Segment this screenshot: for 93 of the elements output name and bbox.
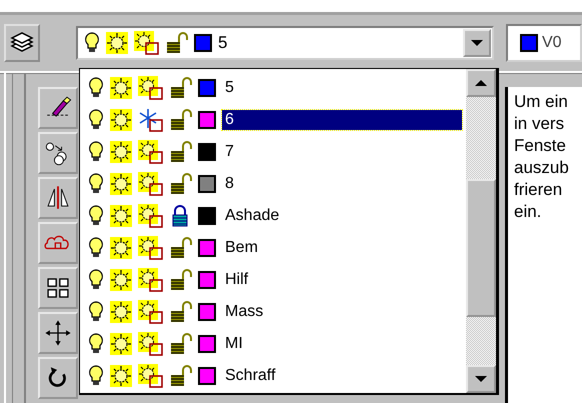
- help-text: ein.: [514, 201, 542, 223]
- scroll-up-button[interactable]: [466, 69, 496, 97]
- color-dropdown[interactable]: V0: [506, 24, 582, 62]
- layers-button[interactable]: [4, 24, 40, 62]
- help-text: auszub: [514, 157, 570, 179]
- layer-list-item[interactable]: Hilf: [80, 264, 466, 296]
- layer-name: Mass: [224, 302, 264, 322]
- layer-list-item[interactable]: 8: [80, 168, 466, 200]
- scrollbar[interactable]: [466, 69, 496, 393]
- color-name: V0: [542, 34, 562, 52]
- layer-name: 8: [224, 174, 235, 194]
- tool-button[interactable]: [38, 267, 78, 309]
- layer-list-item[interactable]: Bem: [80, 232, 466, 264]
- sun-frame-icon[interactable]: [138, 76, 164, 100]
- tool-button[interactable]: [38, 177, 78, 219]
- dropdown-arrow-button[interactable]: [463, 29, 491, 57]
- sun-icon[interactable]: [110, 301, 132, 323]
- layer-name: Ashade: [224, 206, 280, 226]
- layer-name: 5: [224, 78, 235, 98]
- sun-icon[interactable]: [110, 269, 132, 291]
- lightbulb-icon[interactable]: [88, 269, 104, 291]
- layer-name: Hilf: [224, 270, 250, 290]
- lightbulb-icon[interactable]: [88, 205, 104, 227]
- layer-name: Bem: [224, 238, 259, 258]
- open-lock-icon[interactable]: [170, 301, 192, 323]
- scroll-thumb[interactable]: [466, 179, 496, 317]
- lightbulb-icon[interactable]: [88, 109, 104, 131]
- scroll-down-button[interactable]: [466, 365, 496, 393]
- open-lock-icon[interactable]: [170, 173, 192, 195]
- tool-button[interactable]: [38, 357, 78, 399]
- lightbulb-icon[interactable]: [88, 141, 104, 163]
- layer-name: Schraff: [224, 366, 276, 386]
- lightbulb-icon[interactable]: [88, 333, 104, 355]
- lightbulb-icon[interactable]: [88, 237, 104, 259]
- tool-button[interactable]: [38, 87, 78, 129]
- mirror-icon: [47, 186, 69, 209]
- layer-list-item[interactable]: Ashade: [80, 200, 466, 232]
- sun-icon[interactable]: [110, 237, 132, 259]
- sun-frame-icon[interactable]: [138, 140, 164, 164]
- open-lock-icon[interactable]: [170, 269, 192, 291]
- sun-frame-icon[interactable]: [138, 172, 164, 196]
- lightbulb-icon[interactable]: [88, 173, 104, 195]
- layer-dropdown[interactable]: 5: [76, 26, 494, 60]
- layer-list-item[interactable]: 6: [80, 104, 466, 136]
- open-lock-icon[interactable]: [170, 109, 192, 131]
- layer-name: MI: [224, 334, 244, 354]
- layer-list-item[interactable]: Mass: [80, 296, 466, 328]
- sun-icon[interactable]: [110, 141, 132, 163]
- rotate-icon: [48, 367, 66, 387]
- sun-frame-icon[interactable]: [138, 300, 164, 324]
- open-lock-icon[interactable]: [166, 32, 188, 54]
- help-text: in vers: [514, 113, 566, 135]
- sun-frame-icon[interactable]: [138, 204, 164, 228]
- open-lock-icon[interactable]: [170, 237, 192, 259]
- sun-icon[interactable]: [106, 32, 128, 54]
- open-lock-icon[interactable]: [170, 141, 192, 163]
- lightbulb-icon[interactable]: [88, 301, 104, 323]
- open-lock-icon[interactable]: [170, 333, 192, 355]
- help-text: frieren: [514, 179, 564, 201]
- sun-icon[interactable]: [110, 109, 132, 131]
- eraser-icon: [46, 96, 72, 117]
- layer-name: 6: [222, 110, 462, 130]
- tool-button[interactable]: [38, 312, 78, 354]
- sun-frame-icon[interactable]: [134, 31, 160, 55]
- open-lock-icon[interactable]: [170, 365, 192, 387]
- layer-list-item[interactable]: 5: [80, 72, 466, 104]
- sun-icon[interactable]: [110, 77, 132, 99]
- tool-button[interactable]: [38, 132, 78, 174]
- open-lock-icon[interactable]: [170, 77, 192, 99]
- help-text: Um ein: [514, 91, 569, 113]
- sun-frame-icon[interactable]: [138, 268, 164, 292]
- layer-list-item[interactable]: 7: [80, 136, 466, 168]
- sun-icon[interactable]: [110, 205, 132, 227]
- grid-array-icon: [47, 278, 69, 298]
- layer-name: 7: [224, 142, 235, 162]
- layers-icon: [10, 32, 34, 54]
- layer-name: 5: [218, 33, 228, 53]
- sun-frame-icon[interactable]: [138, 236, 164, 260]
- help-text: Fenste: [514, 135, 567, 157]
- cloud-shape-icon: [44, 236, 69, 250]
- sun-frame-icon[interactable]: [138, 332, 164, 356]
- snowflake-frame-icon[interactable]: [138, 108, 164, 132]
- sun-frame-icon[interactable]: [138, 364, 164, 388]
- sun-icon[interactable]: [110, 333, 132, 355]
- sun-icon[interactable]: [110, 365, 132, 387]
- lightbulb-icon[interactable]: [84, 32, 100, 54]
- layer-list-item[interactable]: MI: [80, 328, 466, 360]
- circles-copy-icon: [46, 142, 67, 166]
- sun-icon[interactable]: [110, 173, 132, 195]
- move-icon: [45, 320, 71, 346]
- lightbulb-icon[interactable]: [88, 365, 104, 387]
- lightbulb-icon[interactable]: [88, 77, 104, 99]
- layer-list-item[interactable]: Schraff: [80, 360, 466, 392]
